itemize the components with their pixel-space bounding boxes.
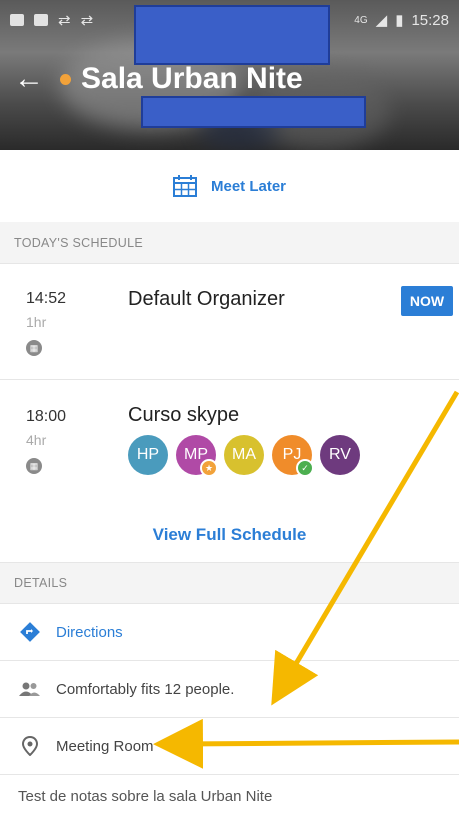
- room-header: ⇄ ⇄ 4G ◢ ▮ 15:28 ← Sala Urban Nite: [0, 0, 459, 150]
- event-duration: 4hr: [26, 432, 47, 448]
- location-pin-icon: [18, 736, 42, 756]
- calendar-icon: [172, 175, 197, 197]
- avatar-initials: RV: [329, 446, 351, 463]
- signal-icon: ◢: [375, 12, 388, 29]
- back-arrow-icon[interactable]: ←: [14, 64, 54, 94]
- calendar-icon: ▦: [26, 458, 42, 474]
- avatar[interactable]: PJ ✓: [272, 435, 314, 477]
- event-title: Default Organizer: [128, 288, 285, 310]
- directions-icon: [18, 622, 42, 642]
- clock: 15:28: [411, 11, 449, 29]
- meet-later-label: Meet Later: [210, 177, 287, 195]
- redaction-box: [141, 96, 366, 128]
- now-badge: NOW: [401, 286, 453, 316]
- meet-later-button[interactable]: Meet Later: [0, 150, 459, 223]
- event-title: Curso skype: [128, 404, 240, 426]
- attendee-list: HP MP ★ MA PJ ✓ RV: [128, 435, 360, 477]
- capacity-row: Comfortably fits 12 people.: [0, 661, 459, 718]
- title-bar: ← Sala Urban Nite: [14, 62, 303, 96]
- event-time: 14:52: [26, 290, 67, 307]
- event-duration: 1hr: [26, 314, 47, 330]
- gallery-icon: [34, 14, 48, 26]
- sync-icon: ⇄: [58, 12, 71, 29]
- schedule-event[interactable]: 18:00 4hr ▦ Curso skype HP MP ★ MA PJ ✓ …: [0, 380, 459, 510]
- schedule-event[interactable]: 14:52 1hr ▦ Default Organizer NOW: [0, 264, 459, 380]
- directions-label: Directions: [56, 623, 123, 641]
- network-type: 4G: [354, 14, 368, 26]
- calendar-icon: ▦: [26, 340, 42, 356]
- room-notes: Test de notas sobre la sala Urban Nite: [18, 788, 273, 805]
- section-title: DETAILS: [14, 576, 68, 590]
- battery-icon: ▮: [395, 12, 404, 29]
- avatar[interactable]: MP ★: [176, 435, 218, 477]
- capacity-text: Comfortably fits 12 people.: [56, 680, 235, 698]
- notification-icon: [10, 14, 24, 26]
- avatar[interactable]: HP: [128, 435, 168, 475]
- todays-schedule-header: TODAY'S SCHEDULE: [0, 222, 459, 264]
- check-icon: ✓: [296, 459, 314, 477]
- room-type-text: Meeting Room: [56, 737, 154, 755]
- avatar[interactable]: MA: [224, 435, 264, 475]
- avatar[interactable]: RV: [320, 435, 360, 475]
- avatar-initials: HP: [136, 446, 160, 463]
- redaction-box: [134, 5, 330, 65]
- avatar-initials: MA: [232, 446, 256, 463]
- section-title: TODAY'S SCHEDULE: [14, 235, 143, 250]
- event-time: 18:00: [26, 408, 67, 425]
- details-header: DETAILS: [0, 562, 459, 604]
- room-type-row: Meeting Room: [0, 718, 459, 775]
- people-icon: [18, 679, 42, 699]
- directions-row[interactable]: Directions: [0, 604, 459, 661]
- availability-indicator: [60, 73, 71, 85]
- view-full-schedule-button[interactable]: View Full Schedule: [0, 510, 459, 560]
- star-icon: ★: [200, 459, 218, 477]
- room-title: Sala Urban Nite: [81, 62, 303, 95]
- sync-icon: ⇄: [80, 12, 94, 29]
